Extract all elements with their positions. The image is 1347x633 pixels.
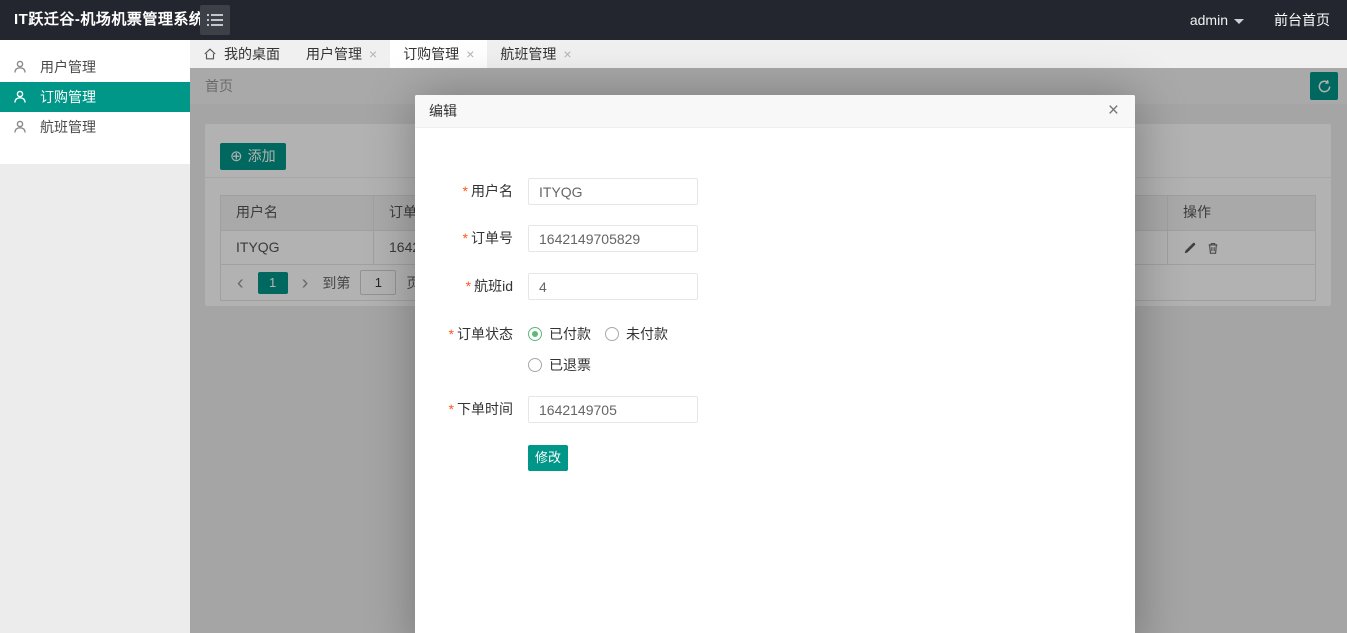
sidebar-item-order-management[interactable]: 订购管理	[0, 82, 190, 112]
flight-id-field[interactable]	[528, 273, 698, 300]
field-label-flight-id: * 航班id	[465, 278, 513, 294]
radio-icon	[528, 327, 542, 341]
radio-label: 已付款	[549, 326, 591, 342]
sidebar-item-label: 航班管理	[40, 119, 96, 135]
sidebar-item-label: 用户管理	[40, 59, 96, 75]
dialog-title: 编辑	[429, 103, 457, 119]
person-icon	[14, 90, 26, 103]
tab-label: 我的桌面	[224, 46, 280, 62]
tab-flight-management[interactable]: 航班管理 ×	[487, 40, 584, 68]
sidebar-menu: 用户管理 订购管理 航班管理	[0, 40, 190, 164]
tab-label: 用户管理	[306, 46, 362, 62]
field-label-order-time: * 下单时间	[448, 401, 513, 417]
required-mark: *	[462, 230, 468, 246]
person-icon	[14, 60, 26, 73]
sidebar-item-label: 订购管理	[40, 89, 96, 105]
home-icon	[204, 48, 216, 60]
username-field[interactable]	[528, 178, 698, 205]
sidebar-item-flight-management[interactable]: 航班管理	[0, 112, 190, 142]
front-home-link[interactable]: 前台首页	[1274, 10, 1330, 30]
submit-button[interactable]: 修改	[528, 445, 569, 471]
field-label-username: * 用户名	[462, 183, 513, 199]
tab-label: 航班管理	[500, 46, 557, 62]
order-time-field[interactable]	[528, 396, 698, 423]
tab-order-management[interactable]: 订购管理 ×	[390, 40, 488, 68]
order-no-field[interactable]	[528, 225, 698, 252]
tab-label: 订购管理	[403, 46, 460, 62]
radio-icon	[528, 358, 542, 372]
close-icon[interactable]: ×	[1108, 95, 1119, 128]
sidebar-toggle-button[interactable]	[200, 5, 230, 35]
menu-list-icon	[207, 14, 223, 26]
required-mark: *	[465, 278, 472, 294]
sidebar: 用户管理 订购管理 航班管理	[0, 40, 190, 633]
field-label-order-status: * 订单状态	[448, 326, 513, 342]
user-menu[interactable]: admin	[1190, 12, 1244, 28]
top-header: IT跃迁谷-机场机票管理系统 admin 前台首页	[0, 0, 1347, 40]
field-label-order-no: * 订单号	[462, 230, 513, 246]
required-mark: *	[448, 401, 454, 417]
app-title: IT跃迁谷-机场机票管理系统	[14, 11, 205, 28]
sidebar-item-user-management[interactable]: 用户管理	[0, 52, 190, 82]
dialog-body: *用户名 *订单号 *航班id *订单状态 已付款 未付款 已退票 *下单时间	[415, 128, 1135, 633]
radio-label: 未付款	[626, 326, 668, 342]
close-icon[interactable]: ×	[466, 47, 474, 61]
person-icon	[14, 120, 26, 133]
close-icon[interactable]: ×	[369, 47, 377, 61]
edit-dialog: 编辑 × *用户名 *订单号 *航班id *订单状态 已付款 未付款 已退票	[415, 95, 1135, 633]
radio-refunded[interactable]: 已退票	[528, 357, 591, 373]
required-mark: *	[462, 183, 468, 199]
close-icon[interactable]: ×	[563, 47, 571, 61]
radio-icon	[605, 327, 619, 341]
chevron-down-icon	[1234, 18, 1244, 24]
required-mark: *	[448, 326, 454, 342]
tab-user-management[interactable]: 用户管理 ×	[293, 40, 390, 68]
tab-bar: 我的桌面 用户管理 × 订购管理 × 航班管理 ×	[190, 40, 1347, 68]
user-name: admin	[1189, 12, 1228, 28]
radio-unpaid[interactable]: 未付款	[605, 326, 668, 342]
radio-label: 已退票	[549, 357, 591, 373]
dialog-header: 编辑 ×	[415, 95, 1135, 128]
radio-paid[interactable]: 已付款	[528, 326, 591, 342]
tab-my-desktop[interactable]: 我的桌面	[190, 40, 293, 68]
